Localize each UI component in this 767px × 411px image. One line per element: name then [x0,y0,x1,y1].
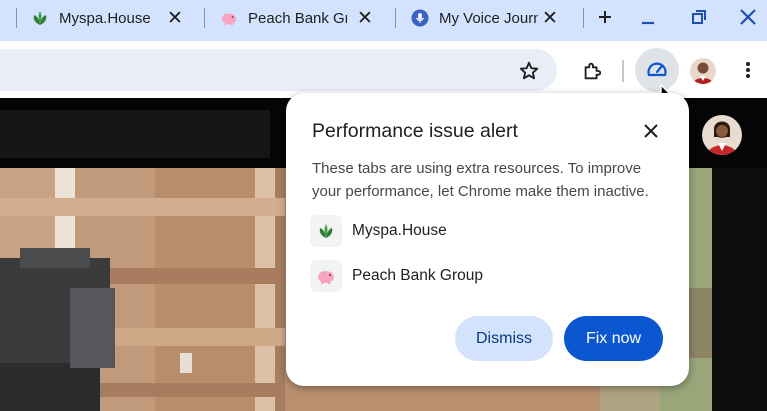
close-window-button[interactable] [733,4,763,30]
affected-tab-label: Peach Bank Group [352,267,483,284]
video-participant-avatar[interactable] [702,115,742,155]
tab-title: My Voice Journ [439,9,538,27]
restore-button[interactable] [684,4,714,30]
dialog-description: These tabs are using extra resources. To… [312,160,649,200]
leaf-icon [31,9,49,27]
tab-separator [583,8,584,28]
microphone-icon [411,9,429,27]
performance-alert-dialog: Performance issue alert These tabs are u… [286,93,689,386]
minimize-button[interactable] [633,4,663,30]
dialog-title: Performance issue alert [312,120,518,142]
tab-separator [16,8,17,28]
tab-title: Myspa.House [59,9,151,27]
affected-tab-item: Myspa.House [310,215,447,247]
piggy-bank-icon [220,9,238,27]
tab-strip: Myspa.House ✕ Peach Bank Gr ✕ My Voice J… [0,0,767,41]
dismiss-button[interactable]: Dismiss [455,316,553,361]
affected-tab-item: Peach Bank Group [310,260,483,292]
close-dialog-icon[interactable] [640,120,662,142]
close-tab-icon[interactable]: ✕ [357,9,373,28]
extensions-icon[interactable] [579,58,605,84]
tab-peach-bank[interactable]: Peach Bank Gr ✕ [220,4,380,32]
address-bar[interactable] [0,49,557,91]
tab-myspa[interactable]: Myspa.House ✕ [31,4,191,32]
profile-avatar[interactable] [690,58,716,84]
toolbar-divider [622,60,624,82]
toolbar [0,41,767,98]
tab-separator [204,8,205,28]
new-tab-button[interactable] [590,4,620,30]
fix-now-button[interactable]: Fix now [564,316,663,361]
close-tab-icon[interactable]: ✕ [167,9,183,28]
more-menu-icon[interactable] [738,57,758,83]
tab-separator [395,8,396,28]
tab-title: Peach Bank Gr [248,9,347,27]
header-strip [0,110,270,158]
tab-voice-journal[interactable]: My Voice Journ ✕ [411,4,571,32]
affected-tab-label: Myspa.House [352,222,447,239]
close-tab-icon[interactable]: ✕ [542,9,558,28]
leaf-icon [310,215,342,247]
piggy-bank-icon [310,260,342,292]
star-icon[interactable] [516,58,542,84]
